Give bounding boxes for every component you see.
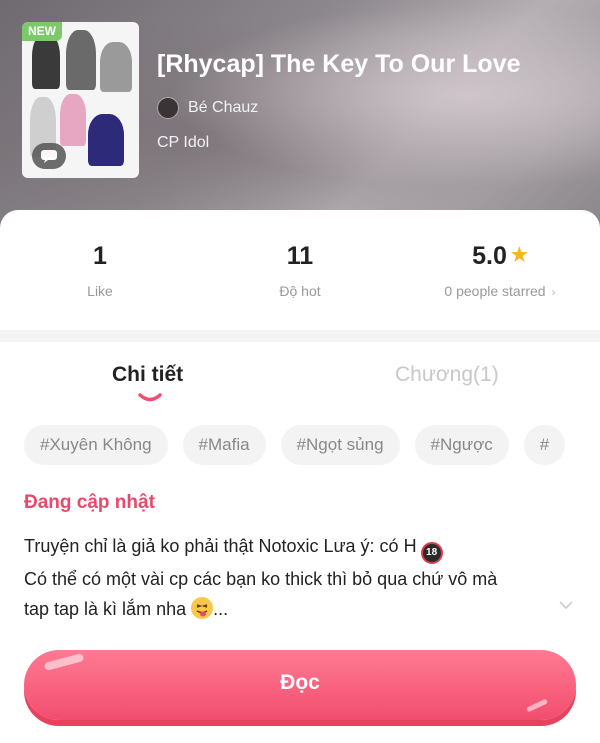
tag-chip[interactable]: #Ngọt sủng [280,425,400,465]
tongue-face-emoji-icon [191,597,214,619]
description-line: tap tap là kì lắm nha [24,599,187,619]
description-ellipsis: ... [213,599,229,619]
tag-list: #Xuyên Không #Mafia #Ngọt sủng #Ngược # [24,425,566,465]
status-label: Đang cập nhật [24,492,155,513]
chat-bubble-icon [32,143,66,169]
chevron-right-icon: › [551,285,556,299]
stats-bar: 1 Like 11 Độ hot 5.0 ★ 0 people starred › [0,210,600,330]
tab-details[interactable]: Chi tiết [112,363,183,387]
read-button[interactable]: Đọc [24,650,576,720]
likes-stat[interactable]: 1 Like [60,242,140,299]
button-shine [525,698,549,713]
description[interactable]: Truyện chỉ là giả ko phải thật Notoxic L… [24,531,564,624]
author-link[interactable]: Bé Chauz [157,97,258,119]
description-line: Có thể có một vài cp các bạn ko thick th… [24,569,498,589]
button-shine [43,652,85,672]
rating-stat[interactable]: 5.0 ★ 0 people starred › [420,242,580,299]
story-header: NEW [Rhycap] The Key To Our Love Bé Chau… [0,0,600,240]
tag-chip[interactable]: # [523,425,566,465]
tag-chip[interactable]: #Ngược [414,425,509,465]
divider [0,330,600,342]
rating-label: 0 people starred [444,283,546,299]
description-line: Truyện chỉ là giả ko phải thật Notoxic L… [24,536,417,556]
star-icon: ★ [510,245,528,266]
new-badge: NEW [22,22,62,41]
story-title: [Rhycap] The Key To Our Love [157,50,521,78]
avatar [157,97,179,119]
hot-count: 11 [286,242,314,270]
tab-indicator [138,390,162,408]
rating-value: 5.0 [472,242,507,270]
age-18-icon: 18 [420,542,443,564]
tag-chip[interactable]: #Mafia [182,425,266,465]
likes-label: Like [87,283,113,299]
details-card: 1 Like 11 Độ hot 5.0 ★ 0 people starred › … [0,210,600,743]
author-name: Bé Chauz [188,99,259,116]
hot-label: Độ hot [279,283,321,299]
hot-stat: 11 Độ hot [260,242,340,299]
tag-chip[interactable]: #Xuyên Không [24,425,168,465]
expand-chevron-icon[interactable] [559,596,573,612]
likes-count: 1 [93,242,107,270]
category-label[interactable]: CP Idol [157,134,209,152]
read-button-label: Đọc [280,671,320,694]
tab-chapters[interactable]: Chương(1) [395,363,499,387]
